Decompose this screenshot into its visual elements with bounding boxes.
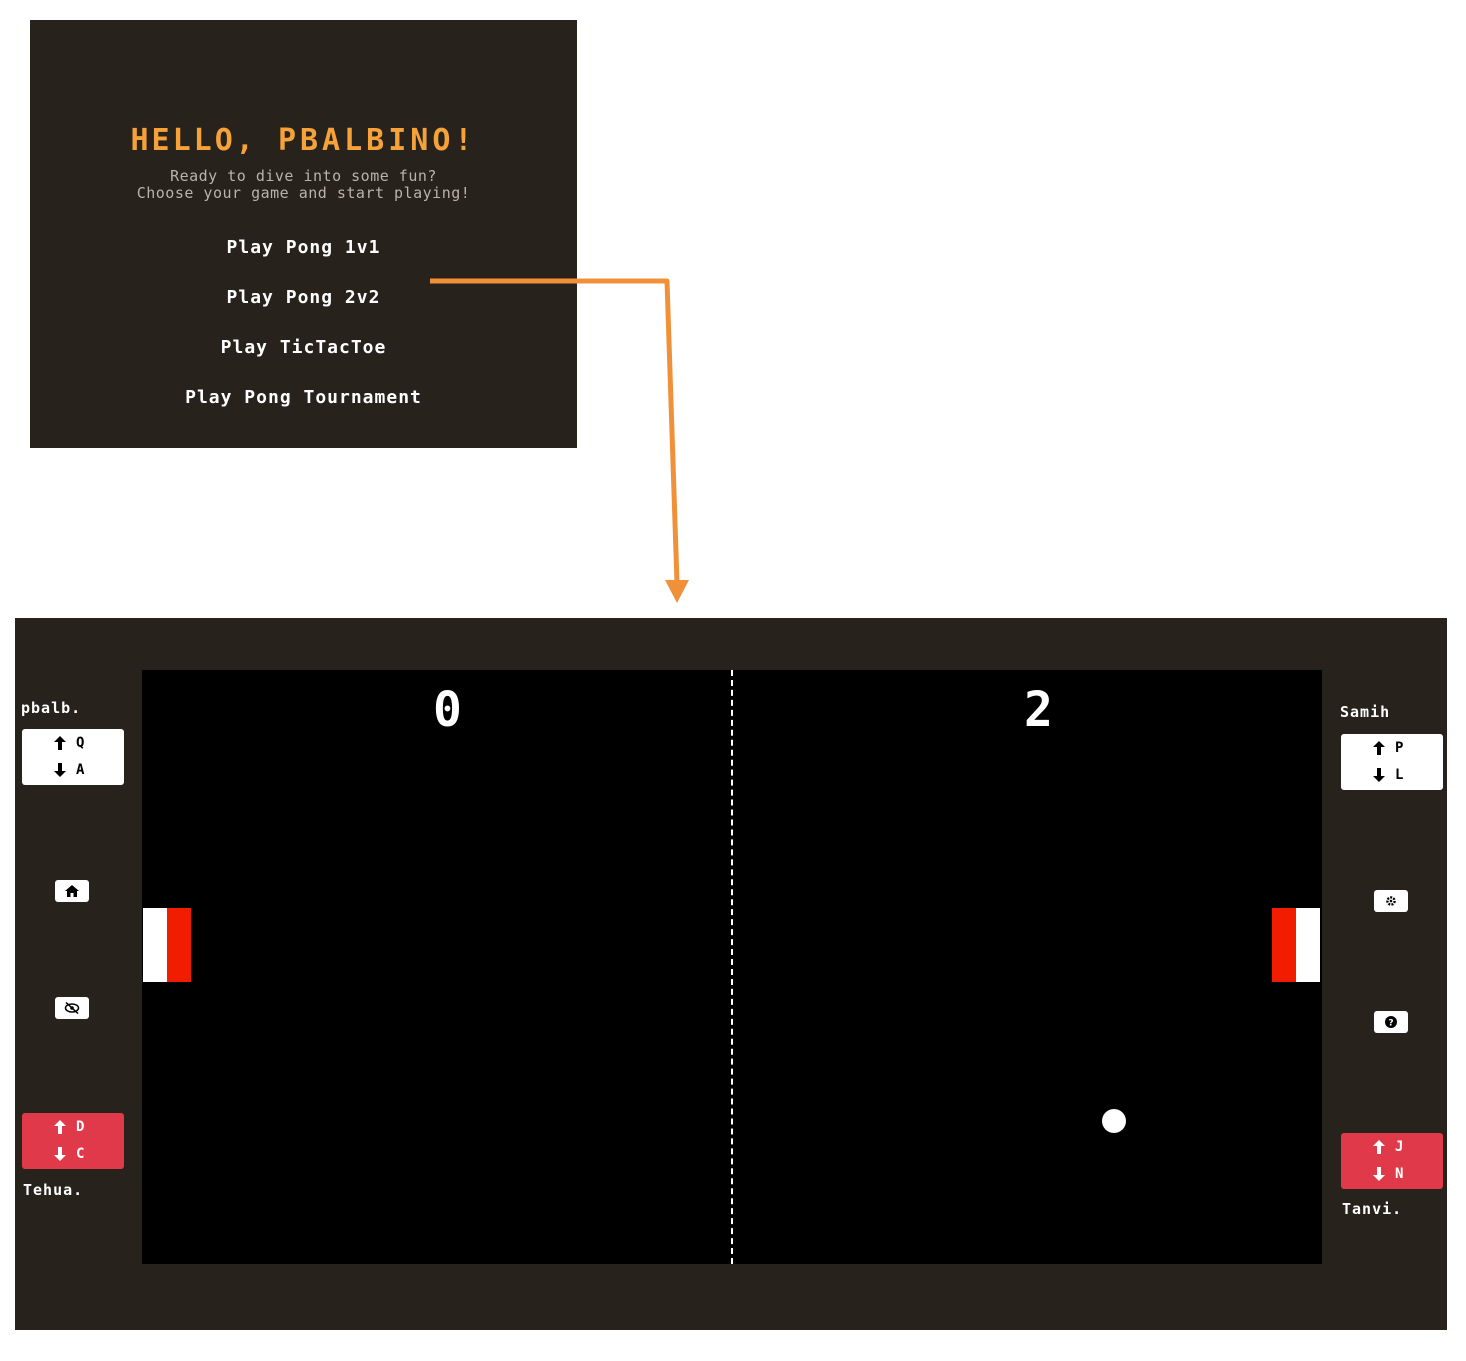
controls-card-bottom-right: J N xyxy=(1341,1133,1443,1189)
controls-card-top-right: P L xyxy=(1341,734,1443,790)
game-menu-panel: HELLO, PBALBINO! Ready to dive into some… xyxy=(30,20,577,448)
subtitle-line-2: Choose your game and start playing! xyxy=(136,184,471,202)
paddle-right-white xyxy=(1296,908,1320,982)
home-icon xyxy=(65,885,79,897)
player-name-bottom-left: Tehua. xyxy=(23,1181,84,1199)
arrow-up-icon xyxy=(1373,1140,1385,1154)
arrow-down-icon xyxy=(54,763,66,777)
pong-ball xyxy=(1102,1109,1126,1133)
controls-card-top-left: Q A xyxy=(22,729,124,785)
arrow-down-icon xyxy=(54,1147,66,1161)
svg-text:?: ? xyxy=(1388,1019,1393,1029)
down-key-label: L xyxy=(1395,767,1404,783)
play-pong-tournament-button[interactable]: Play Pong Tournament xyxy=(30,387,577,408)
arrow-up-icon xyxy=(1373,741,1385,755)
up-key-label: J xyxy=(1395,1139,1404,1155)
down-key-label: A xyxy=(76,762,85,778)
pong-2v2-game-panel: pbalb. Q A D C Tehua. 0 2 Samih P L ? J … xyxy=(15,618,1447,1330)
up-key-label: Q xyxy=(76,735,85,751)
eye-slash-icon xyxy=(64,1002,80,1014)
paddle-left-red xyxy=(167,908,191,982)
toggle-visibility-button[interactable] xyxy=(55,997,89,1019)
paddle-left-white xyxy=(143,908,167,982)
question-icon: ? xyxy=(1385,1016,1397,1028)
player-name-top-left: pbalb. xyxy=(21,699,82,717)
play-pong-2v2-button[interactable]: Play Pong 2v2 xyxy=(30,287,577,308)
down-key-label: C xyxy=(76,1146,85,1162)
arrow-up-icon xyxy=(54,1120,66,1134)
play-pong-1v1-button[interactable]: Play Pong 1v1 xyxy=(30,237,577,258)
help-button[interactable]: ? xyxy=(1374,1011,1408,1033)
score-right: 2 xyxy=(1024,682,1053,738)
up-key-label: D xyxy=(76,1119,85,1135)
player-name-bottom-right: Tanvi. xyxy=(1342,1200,1403,1218)
gear-icon xyxy=(1386,896,1396,906)
home-button[interactable] xyxy=(55,880,89,902)
subtitle-line-1: Ready to dive into some fun? xyxy=(170,167,437,185)
paddle-right-red xyxy=(1272,908,1296,982)
pong-court: 0 2 xyxy=(142,670,1322,1264)
down-key-label: N xyxy=(1395,1166,1404,1182)
arrow-up-icon xyxy=(54,736,66,750)
player-name-top-right: Samih xyxy=(1340,703,1391,721)
greeting-title: HELLO, PBALBINO! xyxy=(130,123,477,158)
center-net-line xyxy=(731,670,733,1264)
up-key-label: P xyxy=(1395,740,1404,756)
settings-button[interactable] xyxy=(1374,890,1408,912)
score-left: 0 xyxy=(433,682,462,738)
play-tictactoe-button[interactable]: Play TicTacToe xyxy=(30,337,577,358)
controls-card-bottom-left: D C xyxy=(22,1113,124,1169)
arrow-down-icon xyxy=(1373,1167,1385,1181)
arrow-down-icon xyxy=(1373,768,1385,782)
